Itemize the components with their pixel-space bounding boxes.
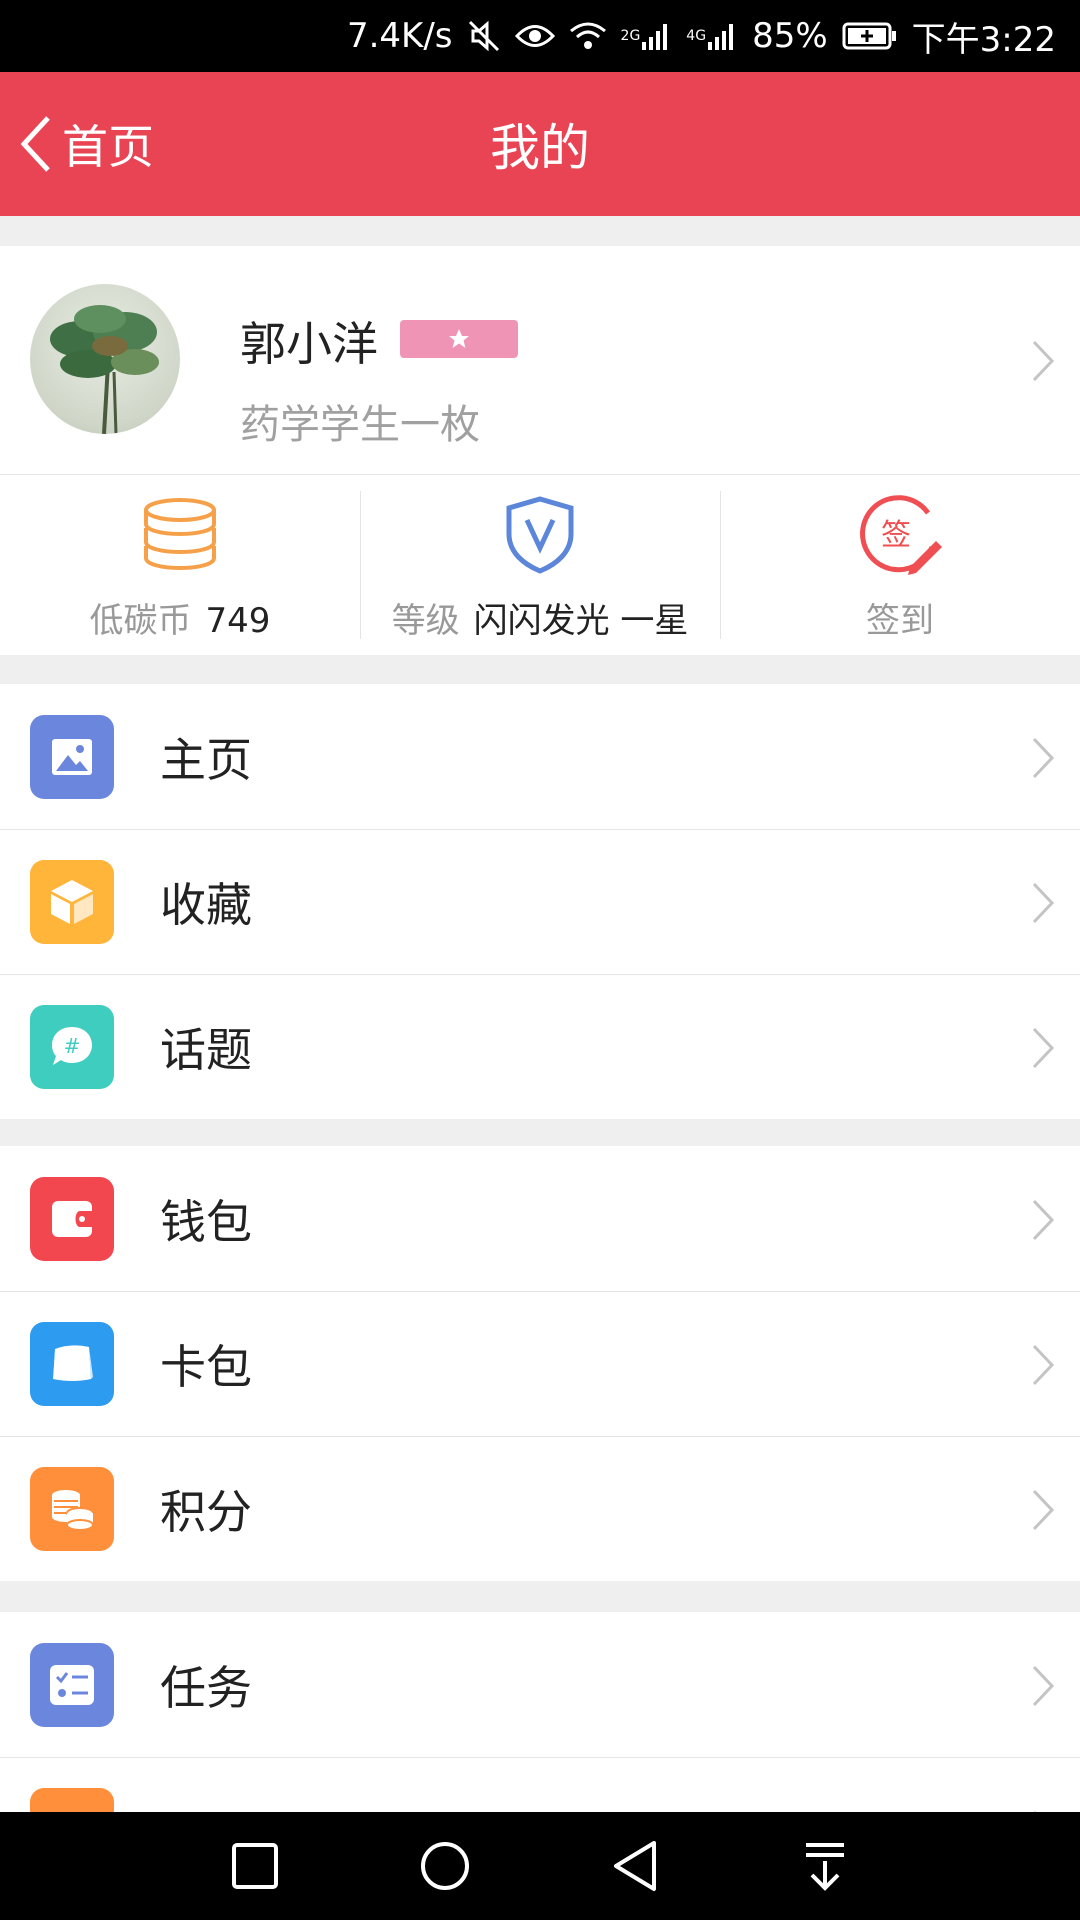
notification-pull-button[interactable] xyxy=(785,1826,865,1906)
menu-item-card-holder[interactable]: 卡包 xyxy=(0,1291,1080,1436)
menu-label-card-holder: 卡包 xyxy=(160,1339,252,1394)
eye-icon xyxy=(514,21,555,51)
triangle-back-icon xyxy=(614,1841,656,1891)
stats-bar: 低碳币 749 等级 闪闪发光 一星 签 签到 xyxy=(0,474,1080,655)
menu-item-wallet[interactable]: 钱包 xyxy=(0,1146,1080,1291)
checkin-glyph: 签 xyxy=(881,518,911,553)
menu-group-1: 主页 收藏 # 话题 xyxy=(0,684,1080,1119)
battery-icon xyxy=(842,21,898,51)
menu-label-topics: 话题 xyxy=(160,1022,252,1077)
chevron-right-icon xyxy=(1032,340,1055,382)
coins-label: 低碳币 xyxy=(89,601,192,641)
checkin-label: 签到 xyxy=(866,601,934,641)
hashtag-bubble-icon: # xyxy=(30,1004,114,1089)
square-icon xyxy=(232,1843,278,1889)
coins-stat[interactable]: 低碳币 749 xyxy=(0,475,360,655)
user-description: 药学学生一枚 xyxy=(240,402,480,448)
chevron-right-icon xyxy=(1032,882,1055,923)
partial-row-icon xyxy=(30,1787,114,1812)
clock: 下午3:22 xyxy=(911,19,1056,60)
net-speed: 7.4K/s xyxy=(346,16,453,56)
star-icon xyxy=(449,329,469,348)
menu-label-points: 积分 xyxy=(160,1484,252,1539)
coins-text: 低碳币 749 xyxy=(90,593,271,642)
plant-avatar-image xyxy=(50,305,159,434)
back-label: 首页 xyxy=(62,120,154,174)
chevron-right-icon xyxy=(1032,1489,1055,1530)
nav-bar: 首页 我的 xyxy=(0,72,1080,216)
coins-value: 749 xyxy=(205,601,271,641)
wallet-icon xyxy=(30,1176,114,1261)
back-button[interactable]: 首页 xyxy=(16,72,154,216)
page-title: 我的 xyxy=(490,119,590,177)
menu-item-tasks[interactable]: 任务 xyxy=(0,1612,1080,1757)
avatar[interactable] xyxy=(30,284,180,434)
signal-2g-icon: 2G xyxy=(621,22,673,50)
svg-text:#: # xyxy=(64,1034,81,1058)
signal-4g-icon: 4G xyxy=(686,22,738,50)
menu-label-home: 主页 xyxy=(160,732,252,787)
cube-icon xyxy=(30,859,114,944)
menu-item-home[interactable]: 主页 xyxy=(0,684,1080,829)
shield-icon xyxy=(505,495,575,575)
level-badge xyxy=(400,320,518,358)
menu-item-partial[interactable] xyxy=(0,1757,1080,1812)
chevron-right-icon xyxy=(1032,737,1055,778)
menu-group-3: 任务 xyxy=(0,1612,1080,1812)
level-value: 闪闪发光 一星 xyxy=(473,601,689,641)
chevron-right-icon xyxy=(1032,1344,1055,1385)
checkin-icon: 签 xyxy=(858,495,942,575)
menu-item-favorites[interactable]: 收藏 xyxy=(0,829,1080,974)
profile-card[interactable]: 郭小洋 药学学生一枚 xyxy=(0,246,1080,474)
home-button[interactable] xyxy=(405,1826,485,1906)
battery-percent: 85% xyxy=(752,16,828,56)
chevron-right-icon xyxy=(1032,1027,1055,1068)
menu-group-2: 钱包 卡包 积分 xyxy=(0,1146,1080,1581)
system-nav-bar xyxy=(0,1812,1080,1920)
level-text: 等级 闪闪发光 一星 xyxy=(392,593,689,642)
status-bar: 7.4K/s 2G 4G 85% 下午3:22 xyxy=(0,0,1080,72)
menu-item-topics[interactable]: # 话题 xyxy=(0,974,1080,1119)
card-icon xyxy=(30,1321,114,1406)
menu-label-favorites: 收藏 xyxy=(160,877,252,932)
level-label: 等级 xyxy=(391,601,460,641)
chevron-right-icon xyxy=(1032,1199,1055,1240)
pull-down-icon xyxy=(806,1843,844,1891)
chevron-right-icon xyxy=(1032,1665,1055,1706)
menu-label-wallet: 钱包 xyxy=(160,1194,252,1249)
wifi-icon xyxy=(569,21,607,51)
back-system-button[interactable] xyxy=(595,1826,675,1906)
checkin-stat[interactable]: 签 签到 xyxy=(720,475,1080,655)
image-icon xyxy=(30,714,114,799)
coin-stack-icon xyxy=(140,495,220,575)
circle-icon xyxy=(421,1842,469,1890)
menu-label-tasks: 任务 xyxy=(160,1660,252,1715)
chevron-left-icon xyxy=(20,116,50,172)
task-list-icon xyxy=(30,1642,114,1727)
menu-item-points[interactable]: 积分 xyxy=(0,1436,1080,1581)
level-stat[interactable]: 等级 闪闪发光 一星 xyxy=(360,475,720,655)
user-name: 郭小洋 xyxy=(240,317,378,371)
recents-button[interactable] xyxy=(215,1826,295,1906)
coins-icon xyxy=(30,1466,114,1551)
mute-icon xyxy=(467,19,501,53)
